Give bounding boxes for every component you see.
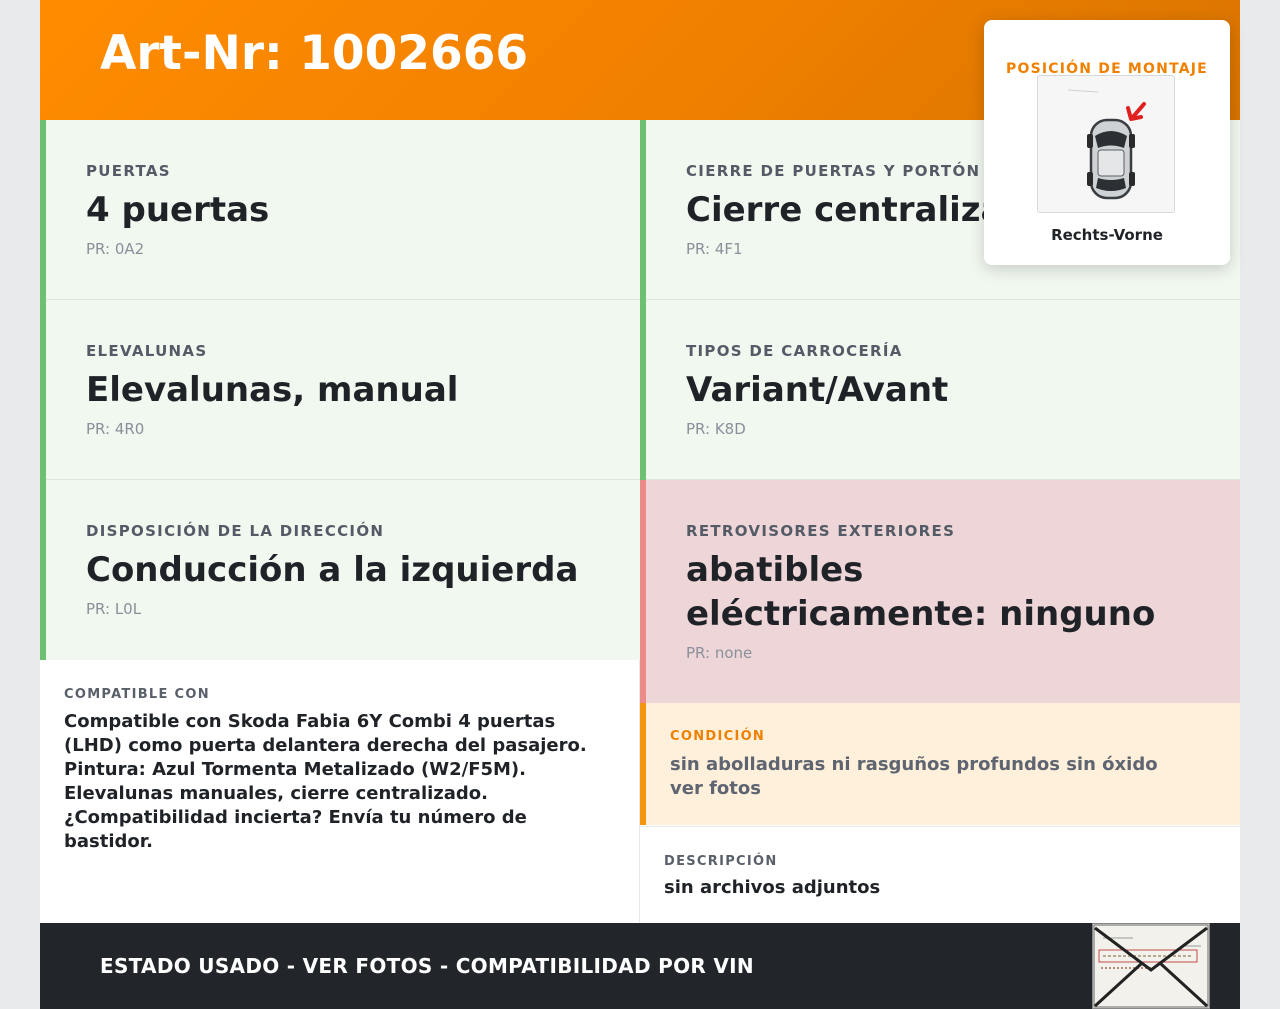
divider [639,660,640,923]
footer-text: ESTADO USADO - VER FOTOS - COMPATIBILIDA… [100,954,754,978]
mounting-position-image [1037,75,1175,213]
description-text: sin archivos adjuntos [664,877,881,898]
spec-pr-code: PR: K8D [686,420,746,438]
spec-card-steering: DISPOSICIÓN DE LA DIRECCIÓN Conducción a… [40,480,640,660]
spec-value: Variant/Avant [686,370,949,410]
compatibility-label: COMPATIBLE CON [64,687,210,702]
spec-value: 4 puertas [86,190,270,230]
description-label: DESCRIPCIÓN [664,854,778,869]
car-top-view-icon [1067,89,1146,200]
spec-value: Conducción a la izquierda [86,550,579,590]
divider [46,299,640,300]
spec-pr-code: PR: 4R0 [86,420,145,438]
spec-value: abatibles eléctricamente: ninguno [686,550,1156,634]
spec-label: DISPOSICIÓN DE LA DIRECCIÓN [86,522,385,540]
mounting-position-value: Rechts-Vorne [1051,226,1163,244]
mounting-position-card: POSICIÓN DE MONTAJE Rechts-Vorne [984,20,1230,265]
condition-section: CONDICIÓN sin abolladuras ni rasguños pr… [640,703,1240,825]
description-section: DESCRIPCIÓN sin archivos adjuntos [640,826,1240,924]
spec-pr-code: PR: L0L [86,600,142,618]
marker-arrow [1126,102,1146,121]
footer-bar: ESTADO USADO - VER FOTOS - COMPATIBILIDA… [40,923,1240,1009]
compatibility-text: Compatible con Skoda Fabia 6Y Combi 4 pu… [64,711,587,852]
divider [646,299,1240,300]
spec-label: ELEVALUNAS [86,342,208,360]
envelope-stamp-image [1092,923,1210,1009]
spec-pr-code: PR: 4F1 [686,240,743,258]
spec-label: RETROVISORES EXTERIORES [686,522,956,540]
compatibility-section: COMPATIBLE CON Compatible con Skoda Fabi… [40,660,640,923]
spec-card-doors: PUERTAS 4 puertas PR: 0A2 [40,120,640,300]
condition-label: CONDICIÓN [670,729,766,744]
spec-card-window-regulator: ELEVALUNAS Elevalunas, manual PR: 4R0 [40,300,640,480]
spec-label: TIPOS DE CARROCERÍA [686,342,903,360]
spec-label: CIERRE DE PUERTAS Y PORTÓN [686,162,981,180]
spec-value: Elevalunas, manual [86,370,459,410]
divider [46,479,640,480]
article-number-title: Art-Nr: 1002666 [100,26,529,81]
spec-pr-code: PR: 0A2 [86,240,145,258]
spec-label: PUERTAS [86,162,171,180]
spec-card-body-type: TIPOS DE CARROCERÍA Variant/Avant PR: K8… [640,300,1240,480]
spec-card-exterior-mirrors: RETROVISORES EXTERIORES abatibles eléctr… [640,480,1240,703]
condition-text: sin abolladuras ni rasguños profundos si… [670,754,1158,799]
spec-pr-code: PR: none [686,644,753,662]
divider [646,479,1240,480]
envelope-icon [1093,924,1209,1008]
